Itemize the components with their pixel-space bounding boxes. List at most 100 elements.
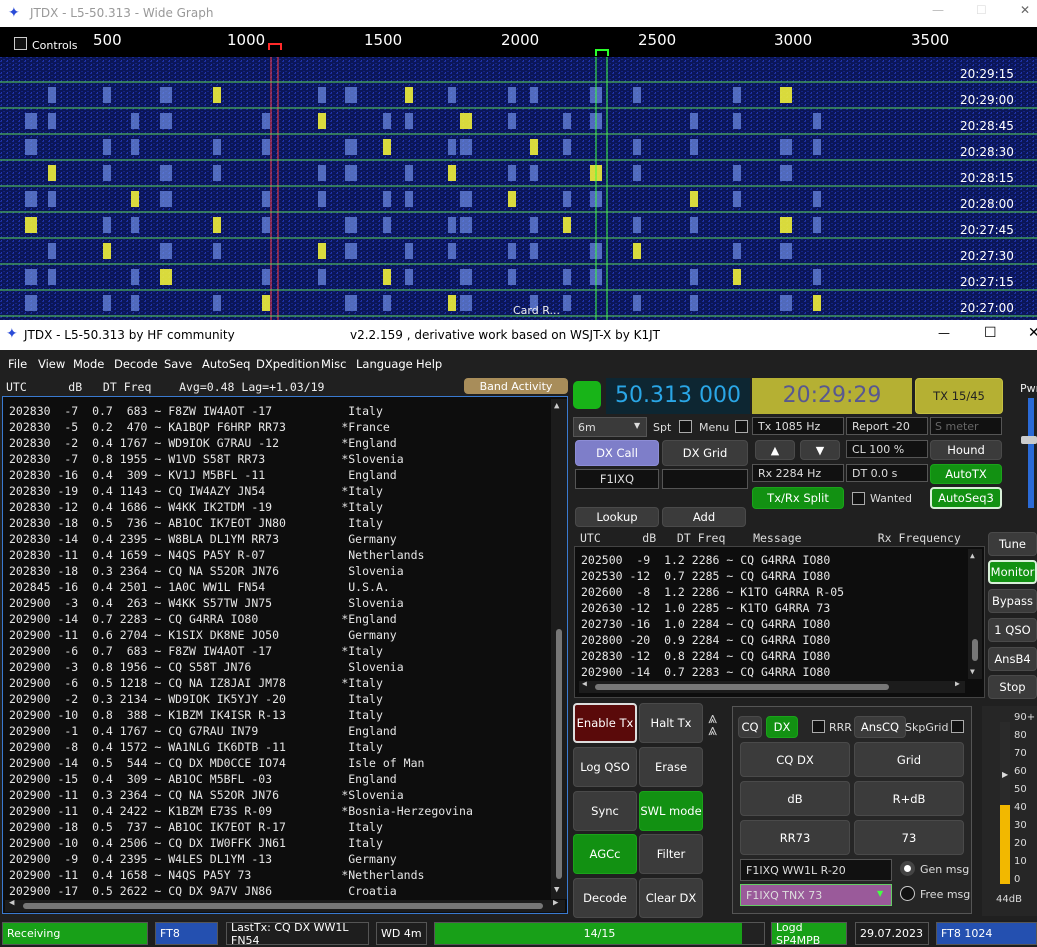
band-activity-row[interactable]: 202900 -10 0.4 2506 ~ CQ DX IW0FFK JN61 … [9,835,383,851]
controls-checkbox[interactable] [14,37,27,50]
filter-button[interactable]: Filter [639,834,703,874]
band-activity-row[interactable]: 202900 -8 0.4 1572 ~ WA1NLG IK6DTB -11 I… [9,739,383,755]
rx-frequency-row[interactable]: 202530 -12 0.7 2285 ~ CQ G4RRA IO80 [581,568,830,584]
pwr-slider[interactable] [1028,398,1034,508]
rx-hscrollbar[interactable]: ◀ ▶ [579,679,965,693]
rr73-button[interactable]: RR73 [740,820,850,855]
rx-frequency-row[interactable]: 202900 -14 0.7 2283 ~ CQ G4RRA IO80 [581,664,830,680]
set-tx-from-rx-button[interactable]: ▲ [755,440,795,460]
db-button[interactable]: dB [740,781,850,816]
log-qso-button[interactable]: Log QSO [573,747,637,787]
lookup-button[interactable]: Lookup [575,507,659,527]
band-activity-row[interactable]: 202830 -18 0.3 2364 ~ CQ NA S52OR JN76 S… [9,563,404,579]
ansb4-button[interactable]: AnsB4 [988,647,1037,671]
band-activity-row[interactable]: 202830 -11 0.4 1659 ~ N4QS PA5Y R-07 Net… [9,547,424,563]
erase-button[interactable]: Erase [639,747,703,787]
spt-checkbox[interactable] [679,420,692,433]
band-activity-row[interactable]: 202900 -14 0.7 2283 ~ CQ G4RRA IO80 *Eng… [9,611,397,627]
band-activity-row[interactable]: 202900 -11 0.3 2364 ~ CQ NA S52OR JN76 *… [9,787,404,803]
r-db-button[interactable]: R+dB [854,781,964,816]
band-activity-row[interactable]: 202830 -14 0.4 2395 ~ W8BLA DL1YM RR73 G… [9,531,397,547]
halt-tx-button[interactable]: Halt Tx [639,703,703,743]
band-activity-row[interactable]: 202900 -6 0.7 683 ~ F8ZW IW4AOT -17 *Ita… [9,643,383,659]
band-activity-row[interactable]: 202900 -10 0.8 388 ~ K1BZM IK4ISR R-13 I… [9,707,383,723]
band-select[interactable]: 6m ▼ [573,417,647,437]
gen-msg-radio[interactable] [900,861,915,876]
decode-button[interactable]: Decode [573,878,637,918]
one-qso-button[interactable]: 1 QSO [988,618,1037,642]
hound-button[interactable]: Hound [930,440,1002,460]
rx-frequency-row[interactable]: 202630 -12 1.0 2285 ~ K1TO G4RRA 73 [581,600,830,616]
autotx-button[interactable]: AutoTX [930,464,1002,484]
minimize-icon[interactable]: — [932,3,944,17]
cl-spinbox[interactable]: CL 100 % [846,440,928,458]
pwr-slider-handle[interactable] [1021,436,1037,444]
bypass-button[interactable]: Bypass [988,589,1037,613]
band-activity-row[interactable]: 202900 -1 0.4 1767 ~ CQ G7RAU IN79 Engla… [9,723,397,739]
band-activity-row[interactable]: 202900 -6 0.5 1218 ~ CQ NA IZ8JAI JM78 *… [9,675,383,691]
maximize-icon[interactable]: ☐ [976,3,987,17]
band-activity-row[interactable]: 202900 -18 0.5 737 ~ AB1OC IK7EOT R-17 I… [9,819,383,835]
menu-language[interactable]: Language [356,357,413,371]
maximize-icon[interactable]: ☐ [984,325,997,341]
band-activity-list[interactable]: 202830 -7 0.7 683 ~ F8ZW IW4AOT -17 Ital… [2,396,568,914]
rx-frequency-row[interactable]: 202800 -20 0.9 2284 ~ CQ G4RRA IO80 [581,632,830,648]
swl-mode-button[interactable]: SWL mode [639,791,703,831]
dt-spinbox[interactable]: DT 0.0 s [846,464,928,482]
report-spinbox[interactable]: Report -20 [846,417,928,435]
free-msg-input[interactable]: F1IXQ TNX 73 ▼ [740,884,892,906]
rx-vscrollbar[interactable]: ▲ ▼ [968,549,982,679]
tune-button[interactable]: Tune [988,532,1037,556]
band-hscrollbar[interactable]: ◀ ▶ [5,898,565,912]
sync-button[interactable]: Sync [573,791,637,831]
s-meter-field[interactable]: S meter [930,417,1002,435]
rx-frequency-row[interactable]: 202730 -16 1.0 2284 ~ CQ G4RRA IO80 [581,616,830,632]
add-button[interactable]: Add [662,507,746,527]
waterfall[interactable]: 20:29:15 20:29:00 20:28:45 20:28:30 20:28:15… [0,57,1037,320]
cq-dx-button[interactable]: CQ DX [740,742,850,777]
rx-frequency-row[interactable]: 202830 -12 0.8 2284 ~ CQ G4RRA IO80 [581,648,830,664]
menu-help[interactable]: Help [416,357,442,371]
clear-dx-button[interactable]: Clear DX [639,878,703,918]
close-icon[interactable]: ✕ [1020,3,1030,17]
set-rx-from-tx-button[interactable]: ▼ [800,440,840,460]
band-activity-row[interactable]: 202900 -3 0.8 1956 ~ CQ S58T JN76 Sloven… [9,659,404,675]
band-activity-row[interactable]: 202900 -3 0.4 263 ~ W4KK S57TW JN75 Slov… [9,595,404,611]
minimize-icon[interactable]: — [938,326,950,340]
band-activity-row[interactable]: 202900 -17 0.5 2622 ~ CQ DX 9A7V JN86 Cr… [9,883,397,899]
dx-call-button[interactable]: DX Call [575,440,659,466]
band-activity-row[interactable]: 202830 -18 0.5 736 ~ AB1OC IK7EOT JN80 I… [9,515,383,531]
tx-marker[interactable] [268,43,282,50]
rx-frequency-row[interactable]: 202500 -9 1.2 2286 ~ CQ G4RRA IO80 [581,552,830,568]
band-activity-row[interactable]: 202830 -12 0.4 1686 ~ W4KK IK2TDM -19 *I… [9,499,383,515]
grid-button[interactable]: Grid [854,742,964,777]
menu-decode[interactable]: Decode [114,357,158,371]
anscq-button[interactable]: AnsCQ [854,716,906,738]
rx-frequency-list[interactable]: 202500 -9 1.2 2286 ~ CQ G4RRA IO80 202530… [574,546,985,698]
band-activity-row[interactable]: 202900 -14 0.5 544 ~ CQ DX MD0CCE IO74 I… [9,755,424,771]
cq-button[interactable]: CQ [738,716,762,738]
dial-frequency[interactable]: 50.313 000 [606,378,750,414]
band-activity-row[interactable]: 202900 -15 0.4 309 ~ AB1OC M5BFL -03 Eng… [9,771,397,787]
menu-misc[interactable]: Misc [321,357,346,371]
73-button[interactable]: 73 [854,820,964,855]
menu-file[interactable]: File [8,357,27,371]
band-activity-row[interactable]: 202900 -11 0.6 2704 ~ K1SIX DK8NE JO50 G… [9,627,397,643]
stop-button[interactable]: Stop [988,675,1037,699]
band-activity-row[interactable]: 202900 -9 0.4 2395 ~ W4LES DL1YM -13 Ger… [9,851,397,867]
band-activity-row[interactable]: 202845 -16 0.4 2501 ~ 1A0C WW1L FN54 U.S… [9,579,390,595]
menu-mode[interactable]: Mode [73,357,104,371]
band-activity-row[interactable]: 202830 -5 0.2 470 ~ KA1BQP F6HRP RR73 *F… [9,419,390,435]
tx-period-button[interactable]: TX 15/45 [915,378,1003,414]
band-activity-row[interactable]: 202900 -11 0.4 1658 ~ N4QS PA5Y 73 *Neth… [9,867,424,883]
skpgrid-checkbox[interactable] [951,720,964,733]
band-activity-row[interactable]: 202830 -19 0.4 1143 ~ CQ IW4AZY JN54 *It… [9,483,383,499]
menu-dxpedition[interactable]: DXpedition [256,357,320,371]
autoseq-button[interactable]: AutoSeq3 [930,487,1002,509]
menu-save[interactable]: Save [164,357,192,371]
dx-grid-input[interactable] [662,469,748,489]
dx-grid-button[interactable]: DX Grid [662,440,748,466]
free-msg-radio[interactable] [900,886,915,901]
dx-button[interactable]: DX [766,716,798,738]
dx-call-input[interactable]: F1IXQ [575,469,659,489]
